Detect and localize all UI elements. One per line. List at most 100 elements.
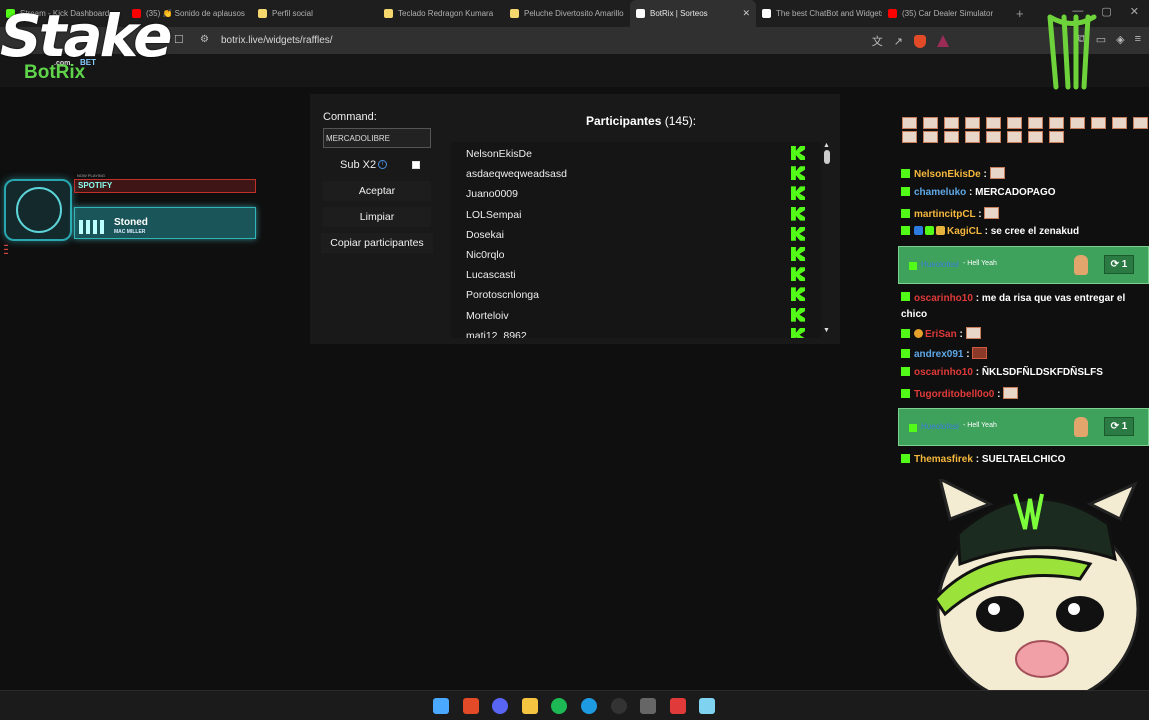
- participant-name: Dosekai: [466, 228, 504, 241]
- accept-button[interactable]: Aceptar: [323, 181, 431, 201]
- chat-colon: :: [969, 187, 973, 198]
- share-icon[interactable]: ↗: [894, 35, 903, 48]
- edge-icon[interactable]: [581, 698, 597, 714]
- chat-username[interactable]: martincitpCL: [914, 209, 976, 220]
- kick-icon: [791, 307, 805, 322]
- scroll-down-arrow-icon[interactable]: ▼: [823, 327, 830, 334]
- participant-row[interactable]: NelsonEkisDe: [451, 143, 821, 163]
- chat-message: KagiCL : se cree el zenakud: [901, 226, 1079, 237]
- follow-alert: Hueolofesl - Hell Yeah ⟳ 1: [898, 246, 1149, 284]
- chat-username[interactable]: Tugorditobell0o0: [914, 389, 994, 400]
- close-tab-icon[interactable]: ✕: [742, 8, 750, 19]
- follower-name[interactable]: Hueolofesl: [921, 260, 959, 269]
- chat-emote-icon: [1091, 117, 1106, 129]
- clear-button[interactable]: Limpiar: [323, 207, 431, 227]
- spotify-icon[interactable]: [551, 698, 568, 714]
- follow-counter: ⟳ 1: [1104, 417, 1134, 436]
- windows-start-icon[interactable]: [433, 698, 449, 714]
- chat-emote-icon: [944, 131, 959, 143]
- chat-username[interactable]: andrex091: [914, 349, 963, 360]
- participant-row[interactable]: Dosekai: [451, 224, 821, 244]
- participants-list[interactable]: NelsonEkisDe asdaeqweqweadsasd Juano0009 LO…: [451, 142, 821, 338]
- participant-row[interactable]: Nic0rqlo: [451, 244, 821, 264]
- chat-emote-icon: [1003, 387, 1019, 399]
- follow-count: 1: [1121, 259, 1128, 270]
- file-explorer-icon[interactable]: [521, 698, 538, 714]
- discord-icon[interactable]: [492, 698, 509, 714]
- participant-row[interactable]: LOLSempai: [451, 204, 821, 224]
- close-window-icon[interactable]: ✕: [1130, 5, 1139, 18]
- maximize-icon[interactable]: ▢: [1101, 5, 1111, 18]
- browser-tab[interactable]: Peluche Divertosito Amarillo: [504, 0, 630, 27]
- browser-tab[interactable]: BotRix | Sorteos ✕: [630, 0, 756, 27]
- chat-emote-icon: [989, 167, 1005, 179]
- participant-row[interactable]: Porotoscnlonga: [451, 284, 821, 304]
- chat-message: oscarinho10 : ÑKLSDFÑLDSKFDÑSLFS: [901, 367, 1103, 378]
- url-field[interactable]: botrix.live/widgets/raffles/: [221, 35, 333, 46]
- command-input[interactable]: [323, 128, 431, 148]
- participant-name: Porotoscnlonga: [466, 289, 539, 302]
- obs-icon[interactable]: [610, 698, 627, 714]
- scroll-up-arrow-icon[interactable]: ▲: [823, 142, 830, 149]
- follower-name[interactable]: Hueolofesl: [921, 422, 959, 431]
- chat-message: Themasfirek : SUELTAELCHICO: [901, 454, 1065, 465]
- browser-tab[interactable]: (35) Car Dealer Simulator: [882, 0, 1008, 27]
- brave-rewards-icon[interactable]: [937, 35, 949, 47]
- spotify-now-playing-label: NOW PLAYING: [77, 173, 105, 178]
- site-settings-icon[interactable]: ⚙: [200, 34, 209, 45]
- botrix-logo: BotRix: [24, 62, 86, 83]
- kick-badge-icon: [901, 349, 910, 358]
- steam-icon[interactable]: [640, 698, 657, 714]
- bookmark-icon[interactable]: ☐: [174, 33, 184, 46]
- participant-row[interactable]: asdaeqweqweadsasd: [451, 163, 821, 183]
- participants-title-text: Participantes: [586, 114, 662, 128]
- chat-username[interactable]: EriSan: [925, 329, 957, 340]
- menu-icon[interactable]: ≡: [1135, 33, 1141, 46]
- copy-participants-button[interactable]: Copiar participantes: [321, 233, 433, 253]
- follow-message: - Hell Yeah: [963, 260, 997, 267]
- kick-icon: [791, 186, 805, 201]
- chat-colon: :: [984, 226, 988, 237]
- spotify-header-bar: SPOTIFY: [74, 179, 256, 193]
- chat-username[interactable]: Themasfirek: [914, 454, 973, 465]
- participant-row[interactable]: mati12_8962: [451, 325, 821, 338]
- browser-tab[interactable]: Perfil social: [252, 0, 378, 27]
- chat-username[interactable]: oscarinho10: [914, 367, 973, 378]
- participant-row[interactable]: Juano0009: [451, 183, 821, 203]
- sub-x2-checkbox[interactable]: [412, 161, 420, 169]
- participant-name: Juano0009: [466, 188, 518, 201]
- valorant-icon[interactable]: [669, 698, 686, 714]
- moderator-badge-icon: [925, 226, 934, 235]
- info-icon[interactable]: i: [378, 160, 387, 169]
- page-top-strip: [0, 54, 1149, 87]
- translate-icon[interactable]: 文: [872, 33, 883, 49]
- chat-emote-icon: [984, 207, 1000, 219]
- brave-browser-icon[interactable]: [462, 698, 479, 714]
- chat-message: oscarinho10 : me da risa que vas entrega…: [901, 291, 1141, 323]
- desktop-app-icon[interactable]: [699, 698, 716, 714]
- tab-favicon-icon: [510, 9, 519, 18]
- chat-username[interactable]: NelsonEkisDe: [914, 169, 981, 180]
- founder-badge-icon: [936, 226, 945, 235]
- brave-shields-icon[interactable]: [914, 34, 926, 48]
- chat-emote-icon: [1028, 131, 1043, 143]
- chat-username[interactable]: KagiCL: [947, 226, 982, 237]
- new-tab-icon[interactable]: +: [1016, 6, 1024, 21]
- tab-label: BotRix | Sorteos: [650, 9, 708, 18]
- scrollbar-thumb[interactable]: [824, 150, 830, 164]
- chat-text: MERCADOPAGO: [975, 187, 1056, 198]
- browser-tab[interactable]: Teclado Redragon Kumara: [378, 0, 504, 27]
- chat-username[interactable]: chameluko: [914, 187, 966, 198]
- kick-badge-icon: [909, 424, 917, 432]
- vpn-icon[interactable]: ◈: [1116, 33, 1124, 46]
- tab-favicon-icon: [636, 9, 645, 18]
- participant-name: Lucascasti: [466, 269, 516, 282]
- browser-tab[interactable]: The best ChatBot and Widgets: [756, 0, 882, 27]
- participant-row[interactable]: Lucascasti: [451, 264, 821, 284]
- kick-badge-icon: [901, 389, 910, 398]
- chat-username[interactable]: oscarinho10: [914, 293, 973, 304]
- rock-hand-icon: [1074, 417, 1088, 437]
- chat-emote-icon: [902, 117, 917, 129]
- participant-row[interactable]: Morteloiv: [451, 305, 821, 325]
- chat-emote-icon: [944, 117, 959, 129]
